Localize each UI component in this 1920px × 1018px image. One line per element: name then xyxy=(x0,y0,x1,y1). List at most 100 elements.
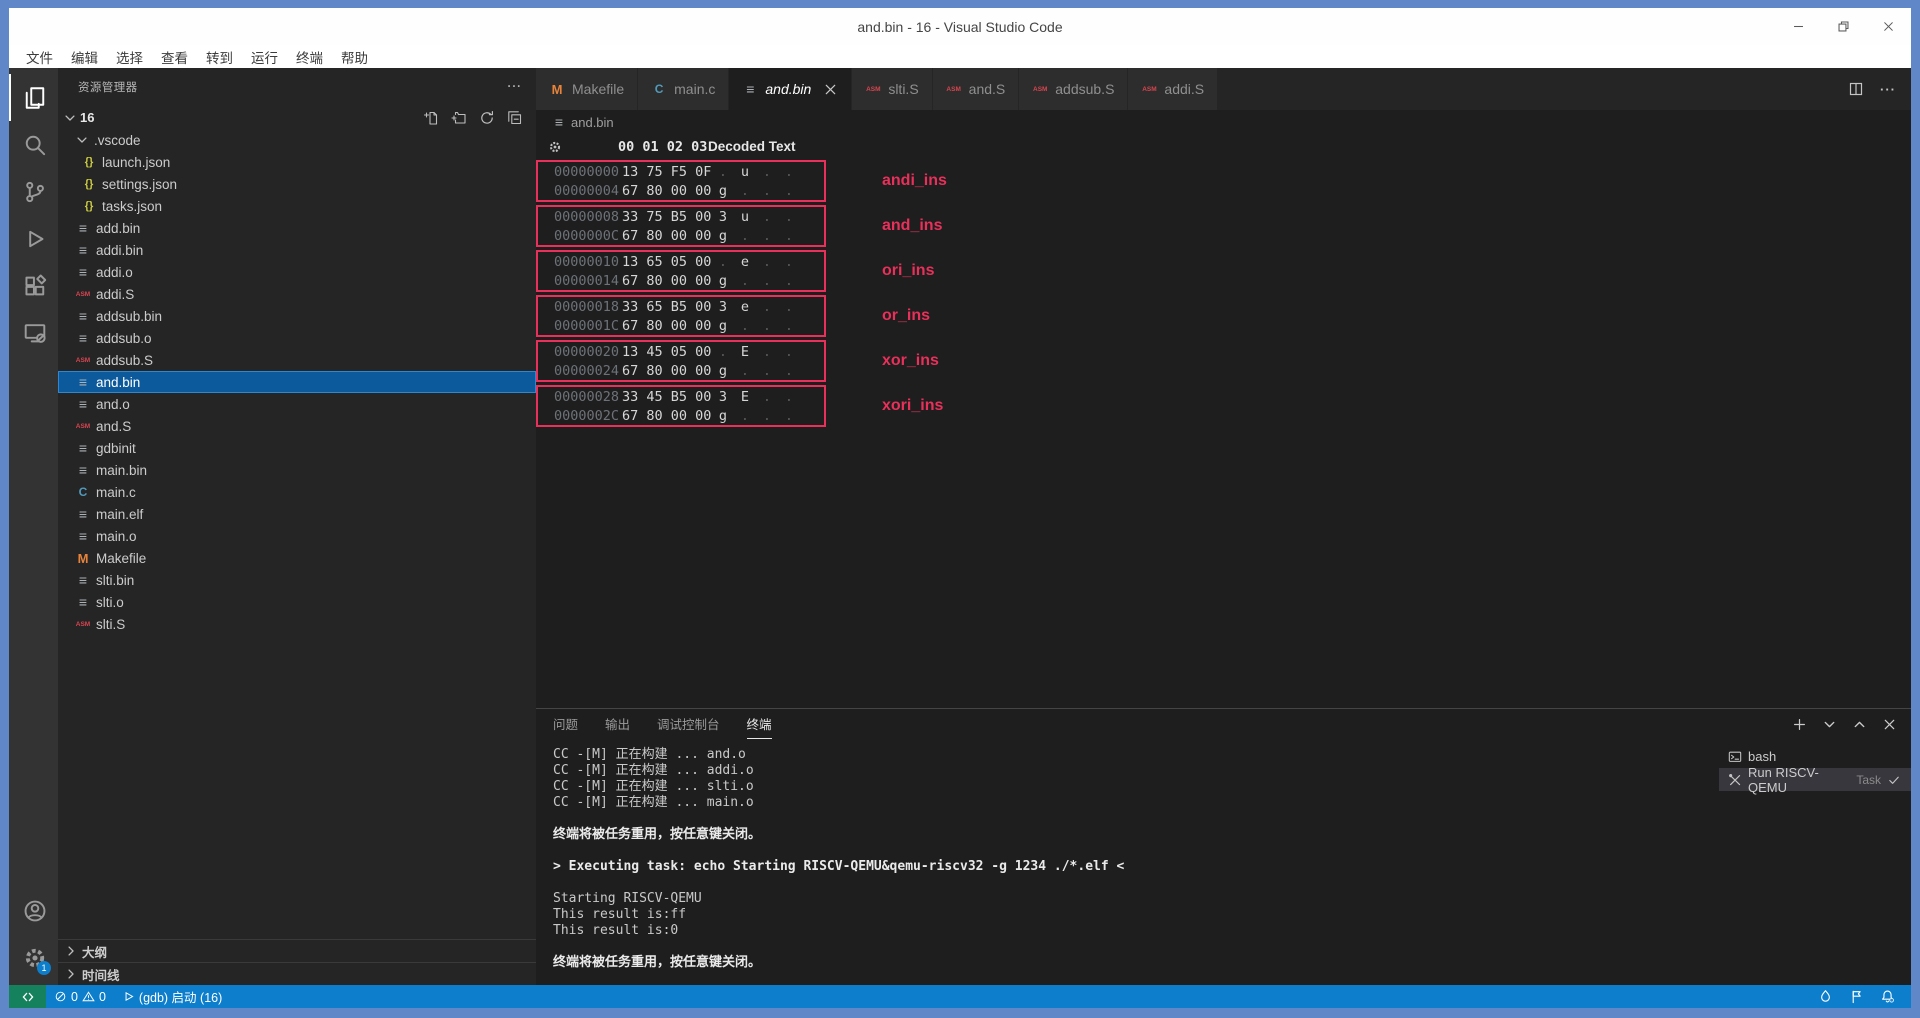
tab-addsub-s[interactable]: ASMaddsub.S xyxy=(1019,68,1128,110)
menu-[interactable]: 终端 xyxy=(287,47,332,67)
tree-item-tasks-json[interactable]: {}tasks.json xyxy=(58,195,536,217)
tab-makefile[interactable]: MMakefile xyxy=(536,68,638,110)
split-editor-icon[interactable] xyxy=(1848,81,1864,97)
tree-item-makefile[interactable]: MMakefile xyxy=(58,547,536,569)
tree-item-addsub-o[interactable]: ≡addsub.o xyxy=(58,327,536,349)
explorer-root-folder[interactable]: 16 xyxy=(58,106,536,129)
tree-item-and-s[interactable]: ASMand.S xyxy=(58,415,536,437)
plus-icon[interactable] xyxy=(1792,717,1807,732)
tab-slti-s[interactable]: ASMslti.S xyxy=(852,68,932,110)
terminal-instance-run-riscv-qemu[interactable]: Run RISCV-QEMUTask xyxy=(1719,768,1911,791)
tree-item-launch-json[interactable]: {}launch.json xyxy=(58,151,536,173)
sidebar-section-[interactable]: 时间线 xyxy=(58,962,536,985)
tab-and-bin[interactable]: ≡and.bin xyxy=(729,68,852,110)
hex-row-00000010[interactable]: 0000001013 65 05 00.e.. xyxy=(538,252,824,271)
sidebar-section-[interactable]: 大纲 xyxy=(58,939,536,962)
panel: 问题输出调试控制台终端 CC -[M] 正在构建 ... and.oCC -[M… xyxy=(536,708,1911,985)
debug-launch-status[interactable]: (gdb) 启动 (16) xyxy=(114,985,230,1008)
activity-source-control[interactable] xyxy=(9,168,58,215)
panel-tab-[interactable]: 输出 xyxy=(605,709,630,739)
tree-item-add-bin[interactable]: ≡add.bin xyxy=(58,217,536,239)
activity-bottom: 1 xyxy=(9,887,58,981)
tree-item-main-elf[interactable]: ≡main.elf xyxy=(58,503,536,525)
tree-item-main-o[interactable]: ≡main.o xyxy=(58,525,536,547)
hex-row-00000018[interactable]: 0000001833 65 B5 003e.. xyxy=(538,297,824,316)
status-flame[interactable] xyxy=(1812,989,1839,1004)
file-label: addi.bin xyxy=(96,243,143,258)
window-title: and.bin - 16 - Visual Studio Code xyxy=(9,19,1911,35)
activity-files[interactable] xyxy=(9,74,58,121)
refresh-icon[interactable] xyxy=(479,110,495,126)
panel-tab-[interactable]: 终端 xyxy=(747,709,772,739)
status-bell[interactable] xyxy=(1874,989,1901,1004)
new-folder-icon[interactable] xyxy=(451,110,467,126)
tab-main-c[interactable]: Cmain.c xyxy=(638,68,729,110)
tab-addi-s[interactable]: ASMaddi.S xyxy=(1128,68,1218,110)
hex-row-00000004[interactable]: 0000000467 80 00 00g... xyxy=(538,181,824,200)
remote-indicator[interactable] xyxy=(9,985,46,1008)
tree-item-slti-s[interactable]: ASMslti.S xyxy=(58,613,536,635)
tree-item-main-c[interactable]: Cmain.c xyxy=(58,481,536,503)
collapse-all-icon[interactable] xyxy=(507,110,523,126)
menu-[interactable]: 查看 xyxy=(152,47,197,67)
file-file-icon: ≡ xyxy=(75,242,91,258)
breadcrumb[interactable]: ≡ and.bin xyxy=(536,110,1911,134)
tree-item-slti-o[interactable]: ≡slti.o xyxy=(58,591,536,613)
tree-item-settings-json[interactable]: {}settings.json xyxy=(58,173,536,195)
panel-tab-[interactable]: 问题 xyxy=(553,709,578,739)
file-label: and.S xyxy=(96,419,131,434)
hex-row-0000000C[interactable]: 0000000C67 80 00 00g... xyxy=(538,226,824,245)
status-feedback[interactable] xyxy=(1843,989,1870,1004)
hex-row-00000028[interactable]: 0000002833 45 B5 003E.. xyxy=(538,387,824,406)
hex-row-00000020[interactable]: 0000002013 45 05 00.E.. xyxy=(538,342,824,361)
chevron-up-icon[interactable] xyxy=(1852,717,1867,732)
more-actions-icon[interactable]: ··· xyxy=(1880,82,1896,97)
tree-item-addi-s[interactable]: ASMaddi.S xyxy=(58,283,536,305)
problems-status[interactable]: 0 0 xyxy=(46,985,114,1008)
close-window-icon[interactable] xyxy=(1882,20,1895,33)
activity-top xyxy=(9,74,58,356)
menu-[interactable]: 文件 xyxy=(17,47,62,67)
hex-row-00000014[interactable]: 0000001467 80 00 00g... xyxy=(538,271,824,290)
activity-run-debug[interactable] xyxy=(9,215,58,262)
minimize-icon[interactable] xyxy=(1792,20,1805,33)
menu-[interactable]: 运行 xyxy=(242,47,287,67)
chevron-down-icon[interactable] xyxy=(1822,717,1837,732)
menu-[interactable]: 编辑 xyxy=(62,47,107,67)
tree-item-addi-o[interactable]: ≡addi.o xyxy=(58,261,536,283)
tree-item-addsub-s[interactable]: ASMaddsub.S xyxy=(58,349,536,371)
hex-row-00000024[interactable]: 0000002467 80 00 00g... xyxy=(538,361,824,380)
close-icon[interactable] xyxy=(1882,717,1897,732)
activity-account[interactable] xyxy=(9,887,58,934)
explorer-more-actions[interactable]: ··· xyxy=(508,81,523,93)
gear-icon[interactable] xyxy=(548,140,562,154)
json-file-icon: {} xyxy=(81,154,97,170)
tree-item-slti-bin[interactable]: ≡slti.bin xyxy=(58,569,536,591)
tree-item-gdbinit[interactable]: ≡gdbinit xyxy=(58,437,536,459)
tree-item-and-o[interactable]: ≡and.o xyxy=(58,393,536,415)
tree-item-and-bin[interactable]: ≡and.bin xyxy=(58,371,536,393)
activity-remote-explorer[interactable] xyxy=(9,309,58,356)
hex-row-0000002C[interactable]: 0000002C67 80 00 00g... xyxy=(538,406,824,425)
menu-[interactable]: 帮助 xyxy=(332,47,377,67)
tree-item-vscode[interactable]: .vscode xyxy=(58,129,536,151)
file-label: addsub.bin xyxy=(96,309,162,324)
menu-[interactable]: 选择 xyxy=(107,47,152,67)
tab-and-s[interactable]: ASMand.S xyxy=(933,68,1020,110)
activity-extensions[interactable] xyxy=(9,262,58,309)
activity-settings[interactable]: 1 xyxy=(9,934,58,981)
terminal-output[interactable]: CC -[M] 正在构建 ... and.oCC -[M] 正在构建 ... a… xyxy=(536,739,1719,985)
close-tab-icon[interactable] xyxy=(823,82,838,97)
tree-item-addi-bin[interactable]: ≡ addi.bin xyxy=(58,239,536,261)
activity-search[interactable] xyxy=(9,121,58,168)
menu-[interactable]: 转到 xyxy=(197,47,242,67)
panel-tab-[interactable]: 调试控制台 xyxy=(657,709,720,739)
check-icon xyxy=(1887,773,1901,787)
hex-row-00000000[interactable]: 0000000013 75 F5 0F.u.. xyxy=(538,162,824,181)
hex-row-00000008[interactable]: 0000000833 75 B5 003u.. xyxy=(538,207,824,226)
tree-item-main-bin[interactable]: ≡main.bin xyxy=(58,459,536,481)
restore-icon[interactable] xyxy=(1837,20,1850,33)
new-file-icon[interactable] xyxy=(423,110,439,126)
tree-item-addsub-bin[interactable]: ≡addsub.bin xyxy=(58,305,536,327)
hex-row-0000001C[interactable]: 0000001C67 80 00 00g... xyxy=(538,316,824,335)
